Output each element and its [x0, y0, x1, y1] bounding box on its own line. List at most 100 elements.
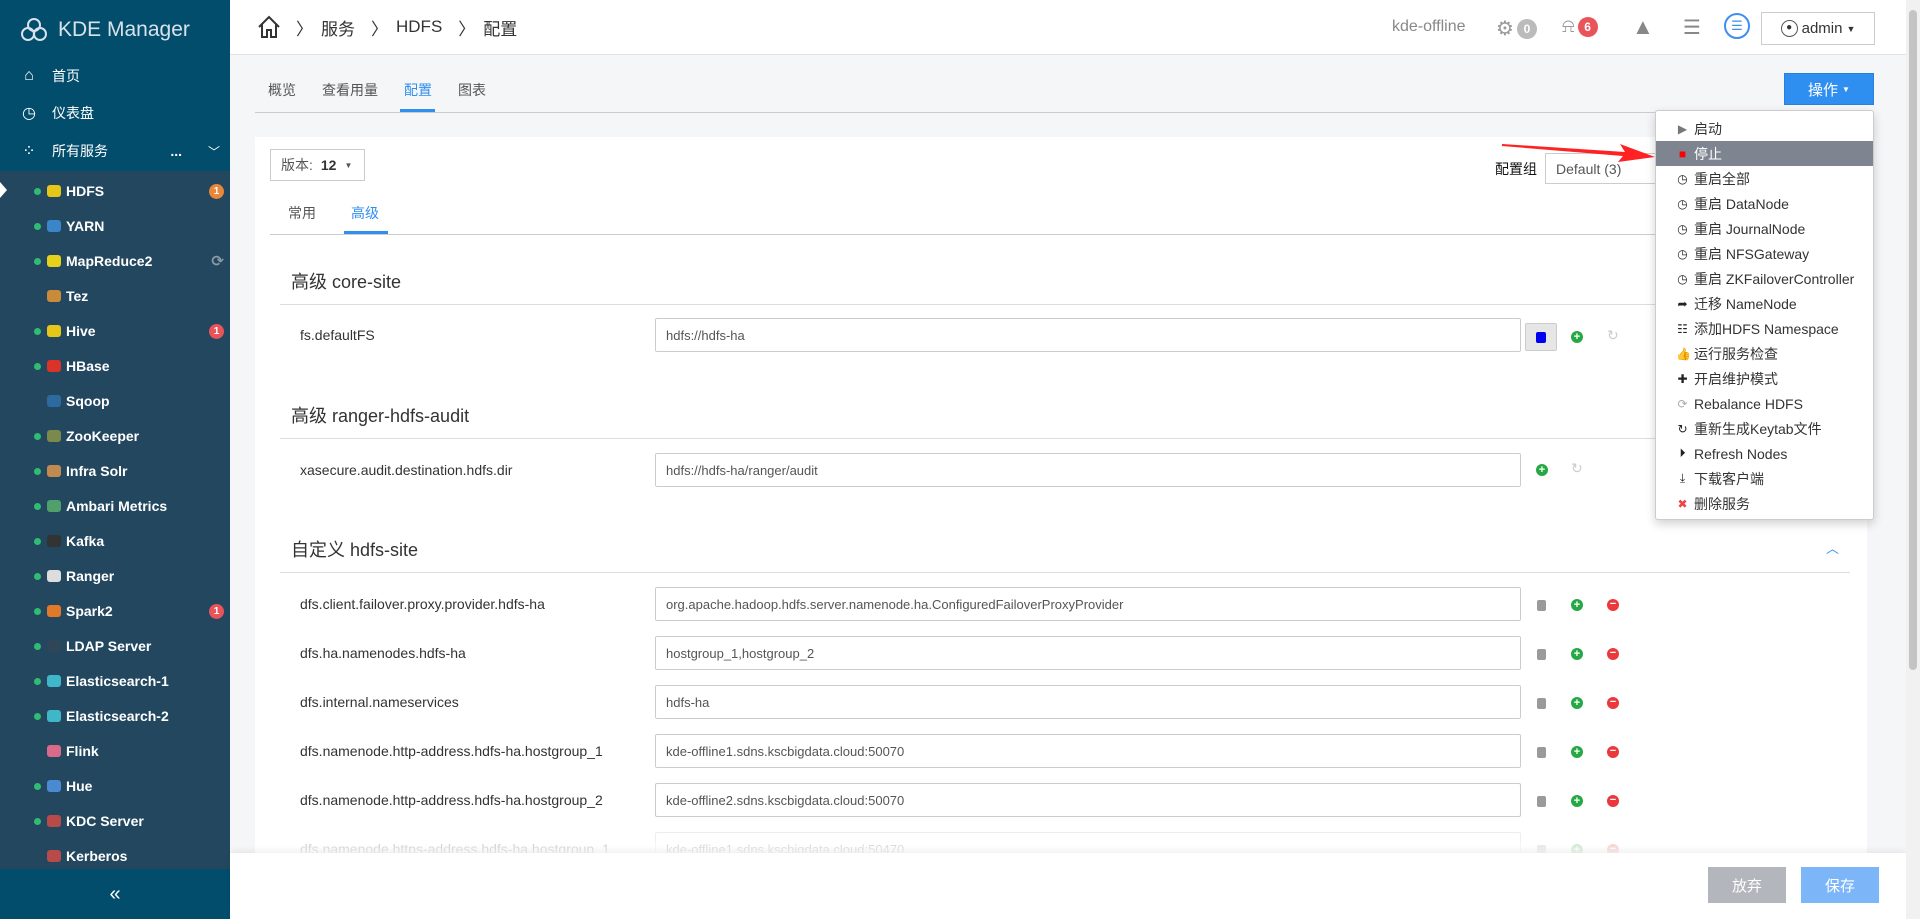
- background-ops-button[interactable]: ⚙ 0: [1496, 16, 1537, 41]
- menu-item[interactable]: ⟳ Rebalance HDFS: [1656, 391, 1873, 416]
- tab-overview[interactable]: 概览: [268, 80, 296, 100]
- lock-icon[interactable]: [1537, 796, 1546, 807]
- lock-icon[interactable]: [1537, 747, 1546, 758]
- remove-icon[interactable]: −: [1607, 599, 1619, 611]
- menu-item[interactable]: ▶ 启动: [1656, 116, 1873, 141]
- sidebar-item-service[interactable]: Tez: [34, 281, 224, 311]
- menu-item[interactable]: ⏵ Refresh Nodes: [1656, 441, 1873, 466]
- add-icon[interactable]: +: [1536, 464, 1548, 476]
- lock-icon[interactable]: [1537, 649, 1546, 660]
- config-value-input[interactable]: hdfs://hdfs-ha/ranger/audit: [655, 453, 1521, 487]
- sidebar-item-service[interactable]: MapReduce2 ⟳: [34, 246, 224, 276]
- lock-button[interactable]: [1525, 323, 1557, 351]
- service-icon: [47, 710, 61, 722]
- service-name: Tez: [66, 288, 89, 304]
- config-value-input[interactable]: hdfs-ha: [655, 685, 1521, 719]
- sidebar-item-all-services[interactable]: ⁘ 所有服务 ... ﹀: [20, 136, 220, 166]
- undo-icon[interactable]: ↻: [1607, 327, 1619, 344]
- sidebar-item-service[interactable]: Hue: [34, 771, 224, 801]
- sidebar-item-service[interactable]: Flink: [34, 736, 224, 766]
- sidebar-item-service[interactable]: Kafka: [34, 526, 224, 556]
- gear-icon: ⚙: [1496, 18, 1514, 40]
- sidebar-item-service[interactable]: Infra Solr: [34, 456, 224, 486]
- sidebar-item-service[interactable]: Elasticsearch-2: [34, 701, 224, 731]
- menu-item[interactable]: ➦ 迁移 NameNode: [1656, 291, 1873, 316]
- sidebar-item-service[interactable]: HDFS 1: [34, 176, 224, 206]
- sidebar-item-service[interactable]: Ranger: [34, 561, 224, 591]
- service-name: Spark2: [66, 603, 113, 619]
- service-name: Kerberos: [66, 848, 128, 864]
- add-icon[interactable]: +: [1571, 795, 1583, 807]
- sidebar-item-service[interactable]: KDC Server: [34, 806, 224, 836]
- menu-item-label: 开启维护模式: [1694, 370, 1778, 387]
- tab-charts[interactable]: 图表: [458, 80, 486, 100]
- version-select[interactable]: 版本: 12 ▼: [270, 149, 365, 181]
- menu-item[interactable]: ✚ 开启维护模式: [1656, 366, 1873, 391]
- sidebar-item-service[interactable]: YARN: [34, 211, 224, 241]
- breadcrumb-item[interactable]: HDFS: [396, 17, 442, 37]
- menu-item[interactable]: ◷ 重启全部: [1656, 166, 1873, 191]
- menu-item[interactable]: ◷ 重启 ZKFailoverController: [1656, 266, 1873, 291]
- config-value-input[interactable]: hdfs://hdfs-ha: [655, 318, 1521, 352]
- add-icon[interactable]: +: [1571, 648, 1583, 660]
- chevron-down-icon[interactable]: ﹀: [208, 143, 220, 160]
- subtab-common[interactable]: 常用: [288, 203, 316, 223]
- sidebar-item-service[interactable]: ZooKeeper: [34, 421, 224, 451]
- remove-icon[interactable]: −: [1607, 648, 1619, 660]
- sidebar-item-dashboard[interactable]: ◷ 仪表盘: [20, 98, 220, 128]
- config-value-input[interactable]: hostgroup_1,hostgroup_2: [655, 636, 1521, 670]
- add-icon[interactable]: +: [1571, 331, 1583, 343]
- menu-item[interactable]: ■ 停止: [1656, 141, 1873, 166]
- menu-item[interactable]: ◷ 重启 JournalNode: [1656, 216, 1873, 241]
- breadcrumb-item[interactable]: 服务: [321, 15, 355, 40]
- more-icon[interactable]: ...: [170, 143, 182, 159]
- sidebar-item-service[interactable]: Ambari Metrics: [34, 491, 224, 521]
- save-button[interactable]: 保存: [1801, 867, 1879, 903]
- menu-item[interactable]: 👍 运行服务检查: [1656, 341, 1873, 366]
- sidebar-item-service[interactable]: Elasticsearch-1: [34, 666, 224, 696]
- menu-item[interactable]: ↻ 重新生成Keytab文件: [1656, 416, 1873, 441]
- collapse-section-icon[interactable]: ︿: [1826, 538, 1839, 557]
- collapse-sidebar-button[interactable]: «: [0, 869, 230, 919]
- sidebar-item-service[interactable]: Hive 1: [34, 316, 224, 346]
- sidebar-item-service[interactable]: HBase: [34, 351, 224, 381]
- discard-button[interactable]: 放弃: [1708, 867, 1786, 903]
- config-value-input[interactable]: org.apache.hadoop.hdfs.server.namenode.h…: [655, 587, 1521, 621]
- add-icon[interactable]: +: [1571, 746, 1583, 758]
- menu-item[interactable]: ◷ 重启 NFSGateway: [1656, 241, 1873, 266]
- scrollbar-thumb[interactable]: [1909, 10, 1917, 670]
- config-value-input[interactable]: kde-offline1.sdns.kscbigdata.cloud:50070: [655, 734, 1521, 768]
- alerts-button[interactable]: ⍾ 6: [1562, 16, 1598, 38]
- remove-icon[interactable]: −: [1607, 795, 1619, 807]
- version-value: 12: [320, 157, 337, 173]
- sidebar-item-service[interactable]: Sqoop: [34, 386, 224, 416]
- sidebar-item-home[interactable]: ⌂ 首页: [20, 61, 220, 91]
- config-value-input[interactable]: kde-offline2.sdns.kscbigdata.cloud:50070: [655, 783, 1521, 817]
- sidebar-item-service[interactable]: LDAP Server: [34, 631, 224, 661]
- add-icon[interactable]: +: [1571, 599, 1583, 611]
- subtab-advanced[interactable]: 高级: [351, 203, 379, 223]
- undo-icon[interactable]: ↻: [1571, 460, 1583, 477]
- tab-usage[interactable]: 查看用量: [322, 80, 378, 100]
- tab-config[interactable]: 配置: [404, 80, 432, 100]
- menu-item[interactable]: ⤓ 下载客户端: [1656, 466, 1873, 491]
- breadcrumb-item: 配置: [483, 19, 518, 39]
- menu-item[interactable]: ☷ 添加HDFS Namespace: [1656, 316, 1873, 341]
- add-icon[interactable]: +: [1571, 697, 1583, 709]
- warning-icon[interactable]: ▲: [1632, 14, 1654, 40]
- lock-icon[interactable]: [1537, 600, 1546, 611]
- app-logo[interactable]: KDE Manager: [20, 14, 190, 46]
- actions-button[interactable]: 操作 ▼: [1784, 73, 1874, 105]
- sidebar: KDE Manager ⌂ 首页 ◷ 仪表盘 ⁘ 所有服务 ... ﹀ HDFS 1 YAR…: [0, 0, 230, 919]
- sync-list-icon[interactable]: ☰: [1724, 13, 1750, 39]
- sidebar-item-service[interactable]: Spark2 1: [34, 596, 224, 626]
- remove-icon[interactable]: −: [1607, 746, 1619, 758]
- lock-icon[interactable]: [1537, 698, 1546, 709]
- menu-item[interactable]: ◷ 重启 DataNode: [1656, 191, 1873, 216]
- sidebar-item-service[interactable]: Kerberos: [34, 841, 224, 871]
- home-icon[interactable]: [256, 14, 282, 40]
- settings-list-icon[interactable]: ☰: [1683, 15, 1701, 40]
- remove-icon[interactable]: −: [1607, 697, 1619, 709]
- user-menu-button[interactable]: ● admin ▼: [1761, 12, 1875, 45]
- menu-item[interactable]: ✖ 删除服务: [1656, 491, 1873, 516]
